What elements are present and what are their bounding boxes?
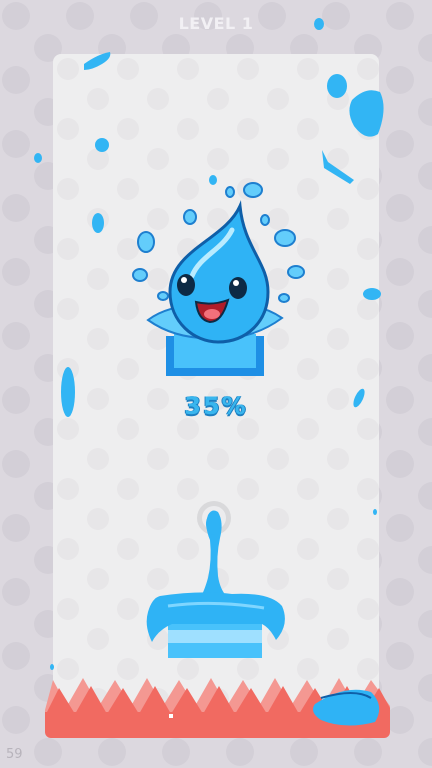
fps-counter: 59: [6, 747, 23, 762]
spike-hazard: [45, 678, 390, 738]
water-platform: [146, 592, 285, 658]
